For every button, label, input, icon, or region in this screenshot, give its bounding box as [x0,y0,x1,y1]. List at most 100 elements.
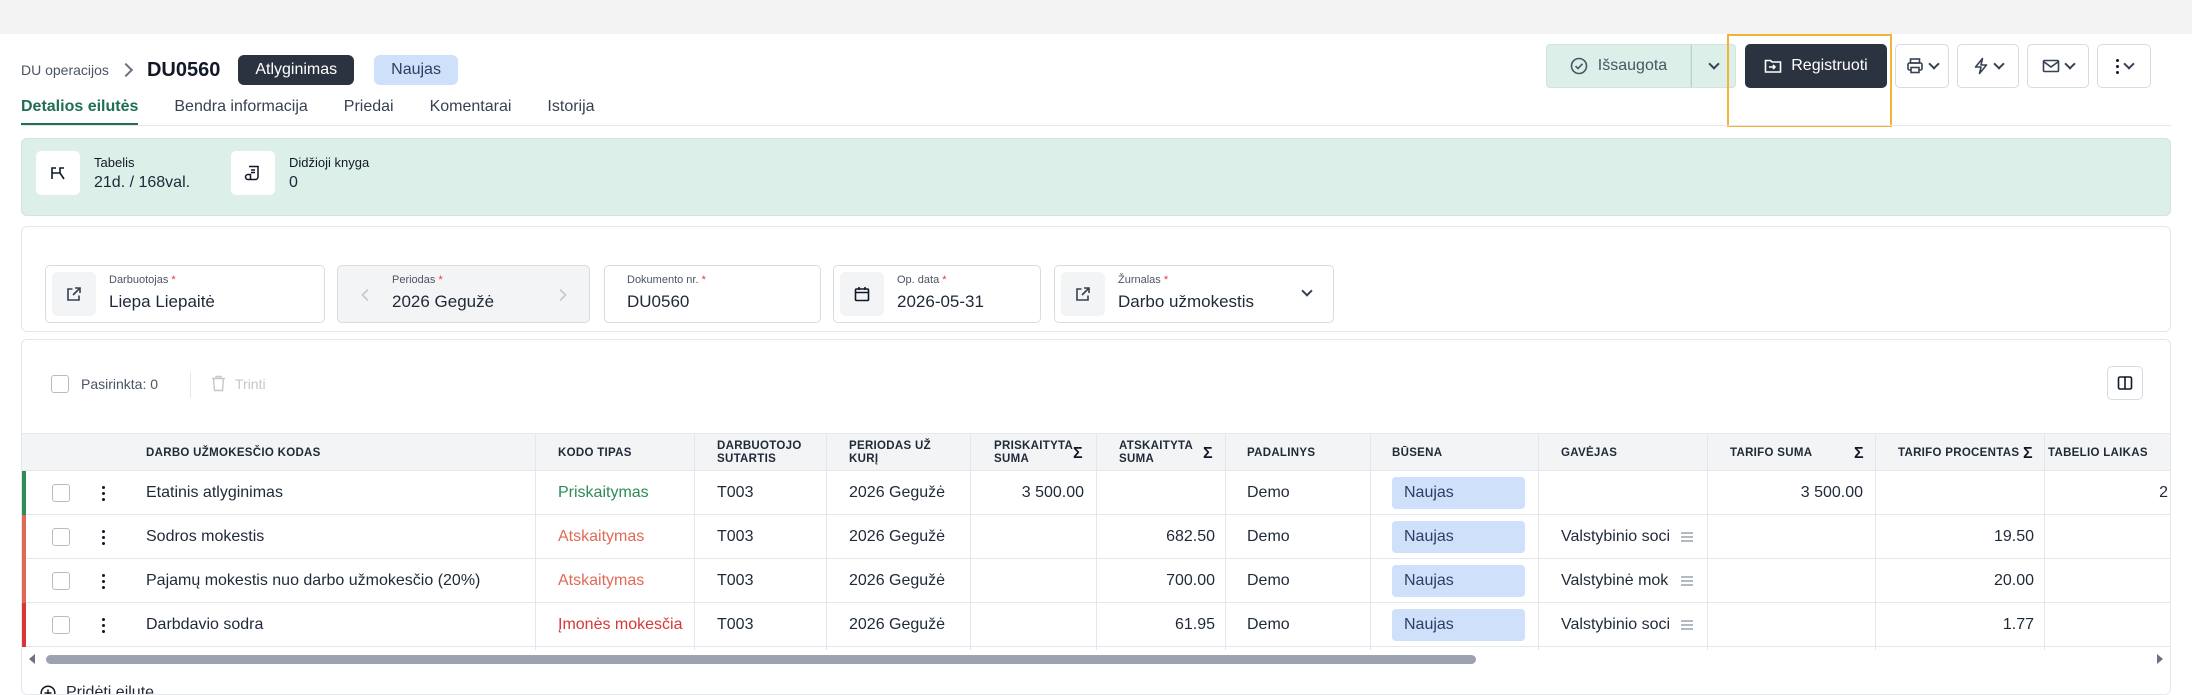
row-type-accent [22,559,26,603]
tab-general-info[interactable]: Bendra informacija [174,98,307,126]
row-checkbox[interactable] [52,484,70,502]
col-header-rate-percent[interactable]: TARIFO PROCENTAS [1898,434,2019,472]
row-status-badge[interactable]: Naujas [1392,609,1525,641]
row-menu-button[interactable] [102,471,112,515]
row-checkbox[interactable] [52,572,70,590]
row-contract: T003 [717,528,754,545]
row-recipient[interactable] [1561,471,1674,515]
row-checkbox[interactable] [52,528,70,546]
col-header-contract[interactable]: DARBUOTOJO SUTARTIS [717,434,807,472]
row-menu-button[interactable] [102,559,112,603]
columns-toggle-button[interactable] [2107,366,2143,400]
period-field[interactable]: Periodas * 2026 Gegužė [337,265,590,323]
col-header-code[interactable]: DARBO UŽMOKESČIO KODAS [146,434,321,472]
row-recipient[interactable]: Valstybinio soci [1561,515,1674,559]
row-timesheet-time [2046,559,2168,603]
ledger-info: Didžioji knyga 0 [231,151,369,195]
sum-accrued-icon[interactable]: Σ [1073,434,1083,472]
more-options-button[interactable] [2097,44,2151,88]
sum-deducted-icon[interactable]: Σ [1203,434,1213,472]
row-code[interactable]: Darbdavio sodra [146,603,526,647]
col-header-status[interactable]: BŪSENA [1392,434,1442,472]
sum-percent-icon[interactable]: Σ [2023,434,2033,472]
row-status-badge[interactable]: Naujas [1392,521,1525,553]
col-header-recipient[interactable]: GAVĖJAS [1561,434,1617,472]
print-button[interactable] [1895,44,1949,88]
chevron-right-icon [118,62,134,78]
tab-history[interactable]: Istorija [547,98,594,126]
breadcrumb: DU operacijos DU0560 Atlyginimas Naujas [21,55,458,85]
journal-field[interactable]: Žurnalas * Darbo užmokestis [1054,265,1334,323]
tab-attachments[interactable]: Priedai [344,98,394,126]
actions-button[interactable] [1957,44,2019,88]
add-row-label: Pridėti eilutę [66,684,155,695]
list-icon[interactable] [1680,603,1694,647]
sum-rate-icon[interactable]: Σ [1854,434,1864,472]
horizontal-scrollbar[interactable] [22,650,2170,668]
register-button[interactable]: Registruoti [1745,44,1887,88]
tabs-divider [21,125,2171,126]
saved-dropdown-button[interactable] [1691,44,1736,88]
ledger-value: 0 [289,173,298,191]
scrollbar-thumb[interactable] [46,655,1476,664]
open-employee-button[interactable] [52,272,96,316]
trash-icon [212,375,225,392]
employee-field[interactable]: Darbuotojas * Liepa Liepaitė [45,265,325,323]
col-header-code-type[interactable]: KODO TIPAS [558,434,632,472]
row-menu-button[interactable] [102,603,112,647]
row-code[interactable]: Etatinis atlyginimas [146,471,526,515]
col-header-accrued[interactable]: PRISKAITYTA SUMA [994,434,1074,472]
row-timesheet-time: 2 [2159,484,2168,501]
row-checkbox-cell [52,471,70,515]
col-header-rate-sum[interactable]: TARIFO SUMA [1730,434,1812,472]
list-icon[interactable] [1680,515,1694,559]
select-all-checkbox[interactable] [51,375,69,393]
col-header-period[interactable]: PERIODAS UŽ KURĮ [849,434,939,472]
col-header-unit[interactable]: PADALINYS [1247,434,1315,472]
col-header-timesheet-time[interactable]: TABELIO LAIKAS [2048,434,2148,472]
row-rate-sum [1709,559,1863,603]
row-code[interactable]: Pajamų mokestis nuo darbo užmokesčio (20… [146,559,526,603]
status-badge: Naujas [374,55,458,85]
row-code[interactable]: Sodros mokestis [146,515,526,559]
columns-icon [2117,376,2133,390]
row-rate-sum [1709,603,1863,647]
open-journal-button[interactable] [1061,272,1105,316]
row-unit: Demo [1247,528,1290,545]
row-menu-button[interactable] [102,515,112,559]
row-timesheet-time [2046,603,2168,647]
op-date-value: 2026-05-31 [897,292,984,311]
calendar-button[interactable] [840,272,884,316]
chevron-down-icon [1707,58,1720,70]
row-status-badge[interactable]: Naujas [1392,565,1525,597]
row-status-badge[interactable]: Naujas [1392,477,1525,509]
printer-icon [1907,58,1923,74]
period-value: 2026 Gegužė [392,292,495,311]
row-recipient[interactable]: Valstybinė mok [1561,559,1674,603]
row-checkbox[interactable] [52,616,70,634]
email-button[interactable] [2027,44,2089,88]
header-actions: Išsaugota Registruoti [1546,44,2151,88]
selected-count: Pasirinkta: 0 [81,376,159,392]
row-recipient[interactable]: Valstybinio soci [1561,603,1674,647]
list-icon[interactable] [1680,559,1694,603]
document-number-label: Dokumento nr. * [627,274,706,286]
tab-detail-lines[interactable]: Detalios eilutės [21,98,139,126]
saved-button[interactable]: Išsaugota [1546,44,1691,88]
add-row-button[interactable]: Pridėti eilutę [40,684,155,695]
row-deducted: 61.95 [1174,616,1215,633]
delete-button[interactable]: Trinti [235,376,266,392]
fields-panel: Darbuotojas * Liepa Liepaitė Periodas * … [21,226,2171,332]
row-period: 2026 Gegužė [849,572,946,589]
table-row[interactable]: Darbdavio sodra Įmonės mokesčia T003 2026 G… [22,603,2170,647]
col-header-deducted[interactable]: ATSKAITYTA SUMA [1119,434,1199,472]
scroll-left-icon[interactable] [28,654,36,664]
table-row[interactable]: Etatinis atlyginimas Priskaitymas T003 2026… [22,471,2170,515]
table-row[interactable]: Sodros mokestis Atskaitymas T003 2026 Geguž… [22,515,2170,559]
table-row[interactable]: Pajamų mokestis nuo darbo užmokesčio (20… [22,559,2170,603]
breadcrumb-parent-link[interactable]: DU operacijos [21,62,109,78]
tab-comments[interactable]: Komentarai [430,98,512,126]
document-number-field[interactable]: Dokumento nr. * DU0560 [604,265,821,323]
scroll-right-icon[interactable] [2156,654,2164,664]
op-date-field[interactable]: Op. data * 2026-05-31 [833,265,1041,323]
